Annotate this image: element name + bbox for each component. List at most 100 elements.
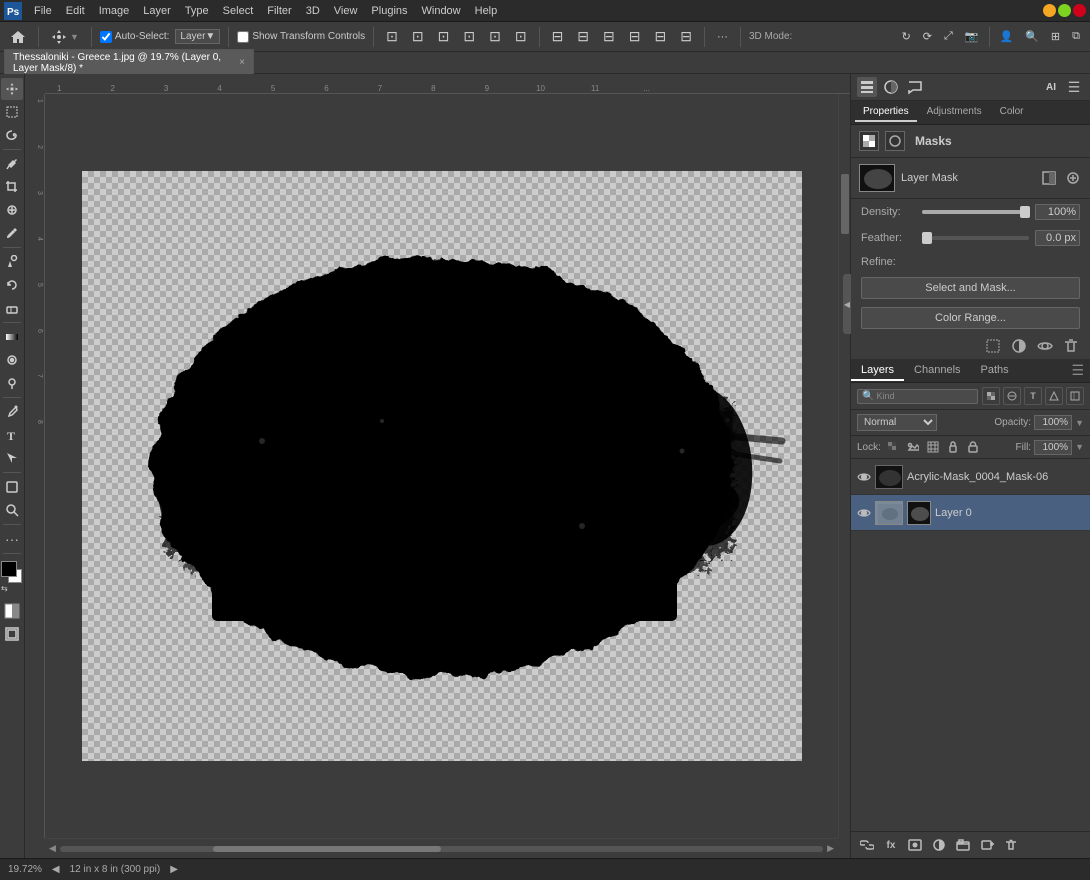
mask-options-icon[interactable]	[1064, 169, 1082, 187]
add-mask-btn[interactable]	[905, 836, 925, 854]
vertical-scrollbar[interactable]	[838, 94, 850, 838]
3d-rotate-icon[interactable]: ↻	[898, 28, 915, 45]
menu-view[interactable]: View	[328, 3, 364, 19]
align-left[interactable]: ⊡	[382, 26, 402, 47]
distribute-center-h[interactable]: ⊟	[573, 26, 593, 47]
3d-scale-icon[interactable]: ⤢	[940, 28, 957, 45]
scroll-right-arrow[interactable]: ▶	[827, 843, 834, 854]
new-group-btn[interactable]	[953, 836, 973, 854]
fill-value[interactable]: 100%	[1034, 440, 1072, 455]
dodge-tool-btn[interactable]	[1, 372, 23, 394]
menu-help[interactable]: Help	[469, 3, 504, 19]
nav-arrow-right[interactable]: ▶	[170, 864, 178, 875]
marquee-tool-btn[interactable]	[1, 101, 23, 123]
tab-close-button[interactable]: ×	[239, 57, 245, 68]
zoom-tool-btn[interactable]	[1, 499, 23, 521]
menu-window[interactable]: Window	[416, 3, 467, 19]
horizontal-scrollbar[interactable]: ◀ ▶	[45, 838, 838, 858]
search-icon[interactable]: 🔍	[1021, 28, 1043, 45]
layer-visibility-acrylic[interactable]	[857, 470, 871, 484]
close-button[interactable]	[1073, 4, 1086, 17]
lock-position-icon[interactable]	[945, 439, 961, 455]
scroll-left-arrow[interactable]: ◀	[49, 843, 56, 854]
3d-move-icon[interactable]: ⟳	[919, 28, 936, 45]
opacity-value[interactable]: 100%	[1034, 415, 1072, 430]
filter-type-icon[interactable]: T	[1024, 387, 1042, 405]
feather-slider[interactable]	[922, 236, 1029, 240]
align-center-v[interactable]: ⊡	[485, 26, 505, 47]
crop-tool-btn[interactable]	[1, 176, 23, 198]
distribute-right[interactable]: ⊟	[599, 26, 619, 47]
blend-mode-select[interactable]: Normal	[857, 414, 937, 431]
document-tab[interactable]: Thessaloniki - Greece 1.jpg @ 19.7% (Lay…	[4, 49, 254, 77]
distribute-top[interactable]: ⊟	[625, 26, 645, 47]
lock-artboard-icon[interactable]	[925, 439, 941, 455]
tab-color[interactable]: Color	[992, 103, 1032, 122]
mask-apply-icon[interactable]	[1040, 169, 1058, 187]
more-tools-btn[interactable]: ···	[1, 528, 23, 550]
h-scrollbar-thumb[interactable]	[213, 846, 442, 852]
align-bottom[interactable]: ⊡	[511, 26, 531, 47]
align-right[interactable]: ⊡	[434, 26, 454, 47]
foreground-color[interactable]	[1, 561, 17, 577]
maximize-button[interactable]	[1058, 4, 1071, 17]
fill-dropdown-arrow[interactable]: ▼	[1075, 442, 1084, 452]
menu-layer[interactable]: Layer	[137, 3, 177, 19]
filter-pixel-icon[interactable]	[982, 387, 1000, 405]
filter-shape-icon[interactable]	[1045, 387, 1063, 405]
type-tool-btn[interactable]: T	[1, 424, 23, 446]
select-and-mask-button[interactable]: Select and Mask...	[861, 277, 1080, 299]
tab-paths[interactable]: Paths	[971, 361, 1019, 381]
add-adjustment-btn[interactable]	[929, 836, 949, 854]
distribute-center-v[interactable]: ⊟	[651, 26, 671, 47]
tab-properties[interactable]: Properties	[855, 103, 917, 122]
delete-layer-btn[interactable]	[1001, 836, 1021, 854]
eraser-tool-btn[interactable]	[1, 297, 23, 319]
distribute-bottom[interactable]: ⊟	[676, 26, 696, 47]
opacity-dropdown-arrow[interactable]: ▼	[1075, 418, 1084, 428]
pen-tool-btn[interactable]	[1, 401, 23, 423]
tab-layers[interactable]: Layers	[851, 361, 904, 381]
blur-tool-btn[interactable]	[1, 349, 23, 371]
auto-select-dropdown[interactable]: Layer ▼	[175, 29, 220, 44]
transform-controls-checkbox[interactable]: Show Transform Controls	[237, 31, 365, 43]
menu-3d[interactable]: 3D	[300, 3, 326, 19]
align-top[interactable]: ⊡	[459, 26, 479, 47]
3d-camera-icon[interactable]: 📷	[961, 28, 983, 45]
menu-type[interactable]: Type	[179, 3, 215, 19]
density-slider[interactable]	[922, 210, 1029, 214]
shape-tool-btn[interactable]	[1, 476, 23, 498]
align-center-h[interactable]: ⊡	[408, 26, 428, 47]
vertical-scrollbar-thumb[interactable]	[841, 174, 849, 234]
layer-item-acrylic[interactable]: Acrylic-Mask_0004_Mask-06	[851, 459, 1090, 495]
menu-select[interactable]: Select	[217, 3, 260, 19]
brush-tool-btn[interactable]	[1, 222, 23, 244]
minimize-button[interactable]	[1043, 4, 1056, 17]
filter-adj-icon[interactable]	[1003, 387, 1021, 405]
healing-tool-btn[interactable]	[1, 199, 23, 221]
chat-icon-btn[interactable]	[905, 77, 925, 97]
eyedropper-tool-btn[interactable]	[1, 153, 23, 175]
home-button[interactable]	[6, 27, 30, 47]
move-tool-btn[interactable]	[1, 78, 23, 100]
user-icon[interactable]: 👤	[996, 28, 1018, 45]
auto-select-checkbox[interactable]: Auto-Select:	[100, 31, 169, 43]
view-icon[interactable]	[1036, 337, 1054, 355]
screen-mode-btn[interactable]	[1, 623, 23, 645]
color-range-button[interactable]: Color Range...	[861, 307, 1080, 329]
invert-icon[interactable]	[1010, 337, 1028, 355]
swap-colors[interactable]: ⇆	[1, 584, 8, 593]
panel-collapse-arrow[interactable]: ◀	[843, 274, 851, 334]
add-style-btn[interactable]: fx	[881, 836, 901, 854]
menu-image[interactable]: Image	[93, 3, 136, 19]
properties-icon-btn[interactable]	[857, 77, 877, 97]
quick-mask-btn[interactable]	[1, 600, 23, 622]
layer-item-layer0[interactable]: Layer 0	[851, 495, 1090, 531]
panel-menu-icon[interactable]: ☰	[1064, 77, 1084, 97]
history-brush-btn[interactable]	[1, 274, 23, 296]
menu-file[interactable]: File	[28, 3, 58, 19]
nav-arrow-left[interactable]: ◀	[52, 864, 60, 875]
distribute-left[interactable]: ⊟	[548, 26, 568, 47]
delete-mask-icon[interactable]	[1062, 337, 1080, 355]
layer-visibility-layer0[interactable]	[857, 506, 871, 520]
